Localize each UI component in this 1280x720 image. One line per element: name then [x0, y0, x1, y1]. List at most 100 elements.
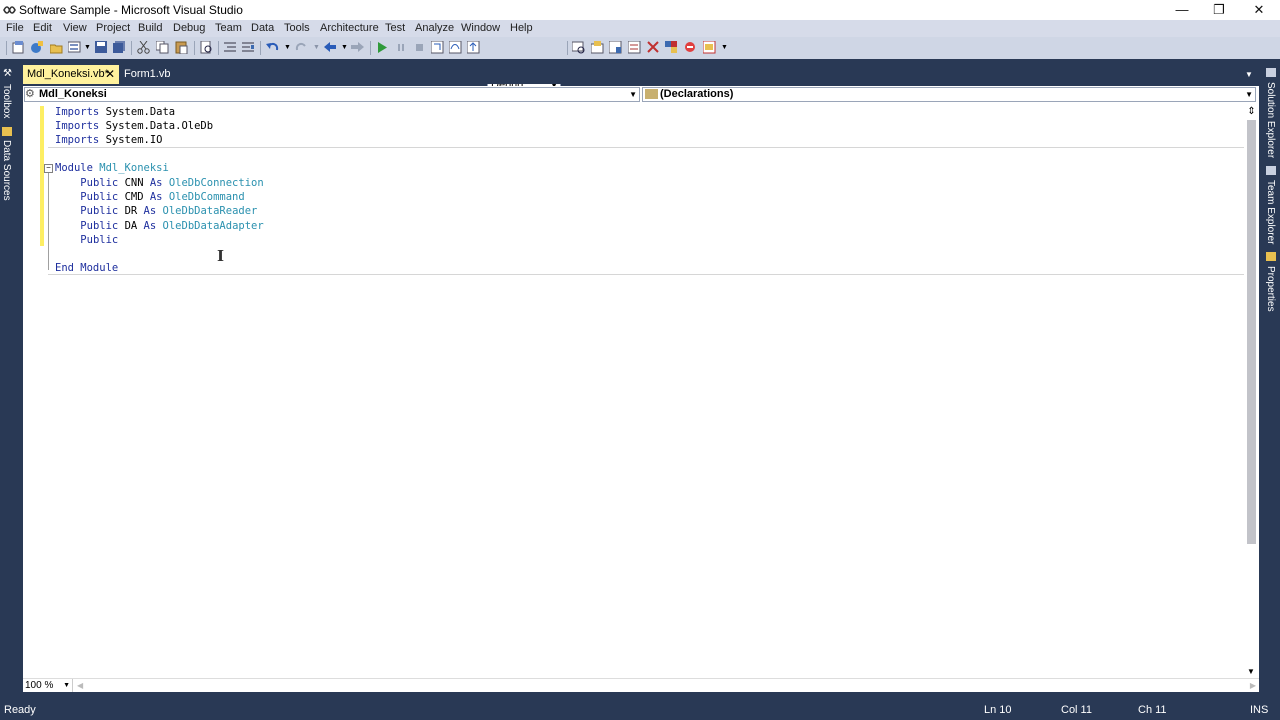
code-editor[interactable]: − Imports System.Data Imports System.Dat… [23, 104, 1259, 678]
menu-help[interactable]: Help [510, 22, 533, 34]
toolbox-tab-icon: ⚒ [3, 68, 12, 79]
find-in-files-icon[interactable] [200, 41, 213, 54]
zoom-select[interactable]: 100 % ▼ [23, 679, 73, 692]
properties-window-icon[interactable] [609, 41, 622, 54]
undo-icon[interactable] [266, 41, 279, 54]
close-window-button[interactable]: ✕ [1239, 0, 1279, 20]
text-cursor-icon: I [217, 247, 225, 265]
left-tool-strip: ⚒ Toolbox Data Sources [0, 62, 15, 692]
menu-project[interactable]: Project [96, 22, 130, 34]
menu-data[interactable]: Data [251, 22, 274, 34]
save-all-icon[interactable] [113, 41, 126, 54]
solution-explorer-icon[interactable] [591, 41, 604, 54]
stop-icon[interactable] [413, 41, 426, 54]
navigate-dropdown-icon[interactable]: ▼ [341, 44, 348, 51]
tab-overflow-icon[interactable]: ▼ [1245, 70, 1253, 79]
navigation-bar: ⚙ Mdl_Koneksi ▼ (Declarations) ▼ [23, 86, 1259, 105]
navigate-backward-icon[interactable] [324, 41, 337, 54]
restore-icon: ❐ [1213, 2, 1225, 17]
standard-toolbar: ▼ ▼ ▼ ▼ Debug ▼ ▼ [0, 37, 1280, 92]
menu-architecture[interactable]: Architecture [320, 22, 379, 34]
step-out-icon[interactable] [467, 41, 480, 54]
collapse-icon[interactable]: − [44, 164, 53, 173]
menu-view[interactable]: View [63, 22, 87, 34]
close-tab-icon[interactable]: ✕ [105, 65, 115, 83]
code-line: Imports System.Data.OleDb [55, 120, 214, 132]
menu-test[interactable]: Test [385, 22, 405, 34]
copy-icon[interactable] [156, 41, 169, 54]
code-line: Imports System.Data [55, 106, 176, 118]
start-page-icon[interactable] [684, 41, 697, 54]
find-symbol-icon[interactable] [572, 41, 585, 54]
menu-analyze[interactable]: Analyze [415, 22, 454, 34]
pause-icon[interactable] [395, 41, 408, 54]
menu-window[interactable]: Window [461, 22, 500, 34]
status-bar: Ready Ln 10 Col 11 Ch 11 INS [0, 700, 1280, 720]
toolbar-separator [194, 41, 195, 55]
minimize-button[interactable]: — [1162, 0, 1202, 20]
properties-tab[interactable]: Properties [1265, 266, 1276, 312]
split-handle-icon[interactable]: ⇕ [1245, 106, 1258, 118]
toolbox-icon[interactable] [647, 41, 660, 54]
scroll-down-icon[interactable]: ▼ [1247, 667, 1255, 676]
menu-tools[interactable]: Tools [284, 22, 310, 34]
procedure-separator [48, 274, 1244, 275]
restore-button[interactable]: ❐ [1199, 0, 1239, 20]
type-dropdown[interactable]: ⚙ Mdl_Koneksi ▼ [24, 87, 640, 102]
open-file-icon[interactable] [50, 41, 63, 54]
command-window-icon[interactable] [703, 41, 716, 54]
solution-config-icon[interactable] [68, 41, 81, 54]
cut-icon[interactable] [137, 41, 150, 54]
code-line: Module Mdl_Koneksi [55, 162, 169, 174]
add-item-icon[interactable] [30, 41, 43, 54]
dropdown-arrow-icon[interactable]: ▼ [84, 44, 91, 51]
toolbar-separator [567, 41, 568, 55]
horizontal-scrollbar[interactable]: 100 % ▼ ◀ ▶ [23, 678, 1259, 693]
redo-dropdown-icon[interactable]: ▼ [313, 44, 320, 51]
chevron-down-icon: ▼ [629, 90, 637, 99]
toolbar-separator [260, 41, 261, 55]
navigate-forward-icon[interactable] [351, 41, 364, 54]
menu-edit[interactable]: Edit [33, 22, 52, 34]
indicator-margin [23, 104, 37, 678]
data-sources-tab[interactable]: Data Sources [1, 140, 12, 201]
code-line: Public DR As OleDbDataReader [80, 205, 258, 217]
uncomment-icon[interactable] [242, 41, 255, 54]
scroll-left-icon[interactable]: ◀ [77, 681, 83, 690]
save-icon[interactable] [95, 41, 108, 54]
scroll-right-icon[interactable]: ▶ [1250, 681, 1256, 690]
toolbar-separator [218, 41, 219, 55]
menu-file[interactable]: File [6, 22, 24, 34]
step-over-icon[interactable] [449, 41, 462, 54]
redo-icon[interactable] [295, 41, 308, 54]
toolbox-tab[interactable]: Toolbox [1, 84, 12, 118]
scrollbar-thumb[interactable] [1247, 120, 1256, 544]
menu-build[interactable]: Build [138, 22, 162, 34]
menu-bar: File Edit View Project Build Debug Team … [0, 20, 1280, 37]
vertical-scrollbar[interactable]: ⇕ ▼ [1244, 104, 1259, 678]
menu-team[interactable]: Team [215, 22, 242, 34]
declarations-icon [645, 89, 658, 100]
undo-dropdown-icon[interactable]: ▼ [284, 44, 291, 51]
member-dropdown[interactable]: (Declarations) ▼ [642, 87, 1256, 102]
comment-out-icon[interactable] [224, 41, 237, 54]
toolbar-grip [6, 41, 7, 55]
code-line: Public CMD As OleDbCommand [80, 191, 245, 203]
extension-manager-icon[interactable] [665, 41, 678, 54]
solution-explorer-tab[interactable]: Solution Explorer [1265, 82, 1276, 158]
status-column: Col 11 [1061, 704, 1092, 716]
toolbar-options-icon[interactable]: ▼ [721, 44, 728, 51]
toolbar-separator [370, 41, 371, 55]
menu-debug[interactable]: Debug [173, 22, 205, 34]
new-project-icon[interactable] [12, 41, 25, 54]
team-explorer-tab-icon [1266, 166, 1276, 175]
procedure-separator [48, 147, 1244, 148]
paste-icon[interactable] [175, 41, 188, 54]
title-bar: Software Sample - Microsoft Visual Studi… [0, 0, 1280, 20]
tab-mdl-koneksi[interactable]: Mdl_Koneksi.vb* ✕ [23, 65, 119, 84]
team-explorer-tab[interactable]: Team Explorer [1265, 180, 1276, 244]
object-browser-icon[interactable] [628, 41, 641, 54]
tab-form1-design[interactable]: Form1.vb [Design] [120, 65, 212, 98]
start-debugging-icon[interactable] [376, 41, 389, 54]
step-into-icon[interactable] [431, 41, 444, 54]
